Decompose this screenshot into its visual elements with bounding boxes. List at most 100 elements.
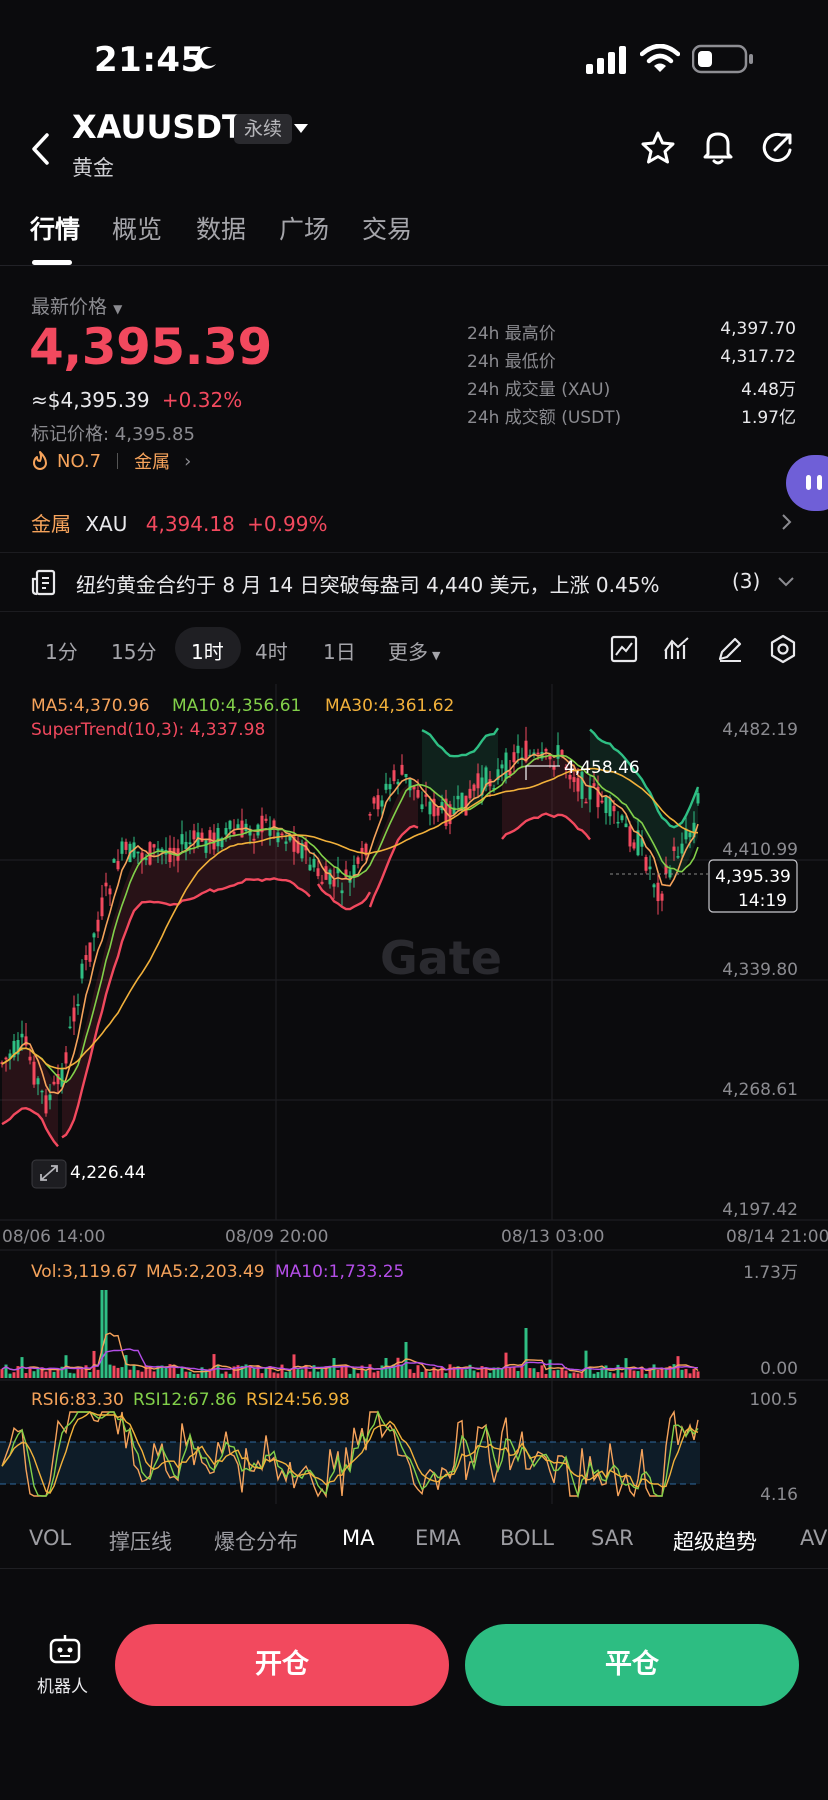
indicator-support-resistance[interactable]: 撑压线 [109,1526,172,1556]
battery-icon [692,44,753,74]
candle-body [660,893,664,901]
volume-bar [184,1371,188,1378]
volume-bar [660,1369,664,1378]
volume-bar [636,1371,640,1378]
volume-bar [564,1370,568,1378]
volume-bar [216,1364,220,1378]
volume-bar [612,1373,616,1378]
index-price-row[interactable]: 金属 XAU 4,394.18 +0.99% [31,508,327,537]
candle-body [384,783,388,790]
approx-usd-row: ≈$4,395.39 +0.32% [31,388,242,412]
candle-body [372,797,376,804]
candle-body [180,834,184,845]
indicator-icon[interactable] [663,635,691,663]
chevron-down-icon[interactable] [776,575,796,589]
ma5-line [1,751,699,1095]
draw-icon[interactable] [716,635,744,663]
time-axis-2: 08/09 20:00 [225,1227,328,1247]
volume-bar [512,1367,516,1378]
indicator-ma[interactable]: MA [342,1526,374,1550]
rank-row[interactable]: NO.7 金属 › [31,448,191,474]
latest-price-label[interactable]: 最新价格 ▼ [31,292,122,319]
asset-subtitle: 黄金 [72,156,114,180]
volume-bar [296,1369,300,1378]
candle-body [388,784,392,790]
tab-square[interactable]: 广场 [279,210,329,246]
candle-body [32,1061,36,1085]
indicator-av[interactable]: AV [800,1526,827,1550]
index-change: +0.99% [247,512,328,536]
chart-type-icon[interactable] [610,635,638,663]
robot-icon[interactable] [48,1634,82,1666]
candle-body [52,1081,56,1085]
ma10-line [1,754,699,1084]
candle-body [648,866,652,870]
candle-body [156,848,160,851]
tab-overview[interactable]: 概览 [112,210,162,246]
settings-icon[interactable] [768,634,798,664]
star-icon[interactable] [640,130,676,166]
dropdown-caret-icon[interactable] [292,122,310,136]
candle-body [44,1095,48,1114]
volume-bar [340,1365,344,1378]
candle-body [108,888,112,895]
indicator-supertrend[interactable]: 超级趋势 [673,1526,757,1556]
volume-bar [132,1364,136,1378]
high-marker: 4,458.46 [564,758,640,778]
candle-body [224,828,228,835]
candle-body [612,805,616,812]
candle-body [20,1033,24,1038]
interval-more[interactable]: 更多 ▼ [388,636,440,665]
volume-bar [332,1358,336,1378]
robot-label[interactable]: 机器人 [37,1672,88,1697]
tab-market[interactable]: 行情 [30,210,80,246]
volume-bar [460,1368,464,1378]
indicator-boll[interactable]: BOLL [500,1526,554,1550]
close-position-button[interactable]: 平仓 [465,1624,799,1706]
volume-bar [608,1372,612,1378]
volume-bar [536,1372,540,1378]
volume-bar [280,1364,284,1378]
volume-bar [308,1371,312,1378]
volume-bar [192,1373,196,1378]
back-arrow-icon[interactable] [28,132,54,166]
candle-body [72,1007,76,1022]
interval-1h[interactable]: 1时 [191,636,224,665]
tab-data[interactable]: 数据 [196,210,246,246]
interval-1d[interactable]: 1日 [323,636,356,665]
indicator-sar[interactable]: SAR [591,1526,634,1550]
interval-15m[interactable]: 15分 [111,636,156,665]
candle-body [500,764,504,769]
caret-down-icon: ▼ [432,649,441,662]
volume-bar [584,1350,588,1378]
interval-4h[interactable]: 4时 [255,636,288,665]
tab-trade[interactable]: 交易 [362,210,412,246]
floating-assistant-bubble[interactable] [786,455,828,511]
indicator-vol[interactable]: VOL [29,1526,71,1550]
volume-bar [276,1373,280,1378]
candle-body [696,793,700,804]
price-axis-3: 4,339.80 [722,960,798,980]
news-ticker[interactable]: 纽约黄金合约于 8 月 14 日突破每盎司 4,440 美元，上涨 0.45% … [0,552,828,612]
stat-low-label: 24h 最低价 [467,352,556,372]
interval-1m[interactable]: 1分 [45,636,78,665]
candle-body [392,770,396,782]
candle-body [28,1056,32,1061]
volume-bar [108,1364,112,1378]
open-position-button[interactable]: 开仓 [115,1624,449,1706]
indicator-liquidation[interactable]: 爆仓分布 [214,1526,298,1556]
candle-body [644,857,648,871]
volume-bar [24,1373,28,1378]
candle-body [168,847,172,863]
share-icon[interactable] [760,130,796,166]
legend-supertrend: SuperTrend(10,3): 4,337.98 [31,720,265,740]
kline-chart[interactable]: Gate MA5:4,370.96 MA10:4,356.61 MA30:4,3… [0,684,828,1504]
chevron-right-icon[interactable] [780,512,794,532]
symbol-title[interactable]: XAUUSDT [72,108,244,146]
bell-icon[interactable] [700,128,736,166]
candle-body [584,801,588,804]
indicator-ema[interactable]: EMA [415,1526,461,1550]
candle-body [592,783,596,787]
vol-legend: Vol:3,119.67 [31,1262,138,1282]
volume-bar [264,1368,268,1378]
